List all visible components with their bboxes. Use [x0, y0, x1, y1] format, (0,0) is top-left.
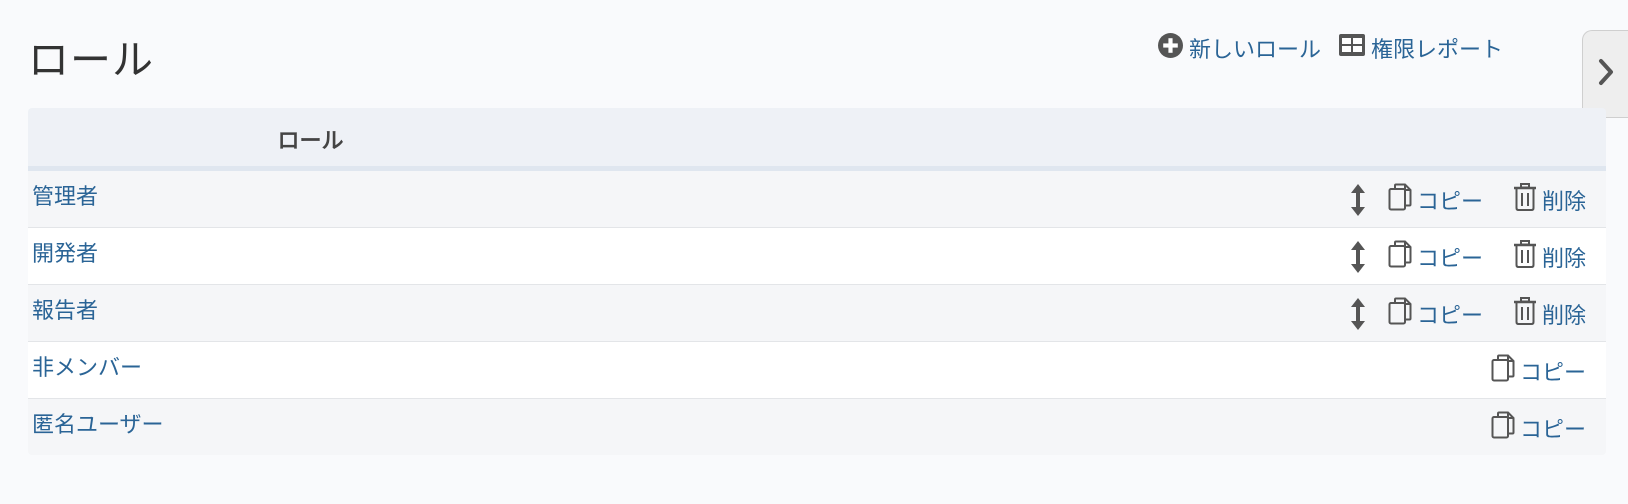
copy-icon [1388, 183, 1412, 217]
page-actions: 新しいロール 権限レポート [1157, 32, 1503, 64]
vertical-arrows-icon[interactable] [1350, 184, 1366, 216]
copy-label: コピー [1519, 418, 1586, 443]
new-role-label: 新しいロール [1188, 38, 1321, 63]
copy-button[interactable]: コピー [1491, 411, 1586, 445]
row-actions: コピー [1491, 354, 1586, 388]
row-actions: コピー 削除 [1350, 240, 1586, 274]
role-name-link[interactable]: 匿名ユーザー [32, 407, 164, 439]
table-row: 非メンバー コピー [28, 342, 1606, 399]
column-header-role: ロール [277, 129, 344, 154]
copy-icon [1491, 411, 1515, 445]
chevron-right-icon [1597, 57, 1615, 91]
copy-label: コピー [1416, 304, 1483, 329]
copy-button[interactable]: コピー [1388, 297, 1483, 331]
permissions-report-label: 権限レポート [1370, 38, 1503, 63]
delete-button[interactable]: 削除 [1513, 297, 1586, 331]
plus-circle-icon [1157, 32, 1183, 64]
row-actions: コピー 削除 [1350, 297, 1586, 331]
copy-icon [1388, 240, 1412, 274]
row-actions: コピー [1491, 411, 1586, 445]
copy-button[interactable]: コピー [1388, 240, 1483, 274]
vertical-arrows-icon[interactable] [1350, 241, 1366, 273]
roles-table: ロール 管理者 コピー 削除 開発者 コピー 削除 報告者 コピー 削除 非メン… [28, 108, 1606, 455]
copy-icon [1491, 354, 1515, 388]
new-role-link[interactable]: 新しいロール [1157, 32, 1321, 64]
trash-icon [1513, 240, 1537, 274]
sidebar-toggle-button[interactable] [1582, 30, 1628, 118]
role-name-link[interactable]: 報告者 [32, 293, 98, 325]
table-row: 匿名ユーザー コピー [28, 399, 1606, 455]
copy-label: コピー [1416, 190, 1483, 215]
copy-label: コピー [1416, 247, 1483, 272]
vertical-arrows-icon[interactable] [1350, 298, 1366, 330]
copy-label: コピー [1519, 361, 1586, 386]
role-name-link[interactable]: 非メンバー [32, 350, 142, 382]
delete-label: 削除 [1541, 304, 1586, 329]
delete-button[interactable]: 削除 [1513, 183, 1586, 217]
permissions-report-link[interactable]: 権限レポート [1338, 32, 1503, 64]
table-header: ロール [28, 108, 1606, 171]
role-name-link[interactable]: 管理者 [32, 179, 98, 211]
trash-icon [1513, 297, 1537, 331]
table-row: 報告者 コピー 削除 [28, 285, 1606, 342]
table-row: 管理者 コピー 削除 [28, 171, 1606, 228]
delete-label: 削除 [1541, 247, 1586, 272]
table-grid-icon [1338, 34, 1365, 62]
copy-icon [1388, 297, 1412, 331]
table-row: 開発者 コピー 削除 [28, 228, 1606, 285]
table-body: 管理者 コピー 削除 開発者 コピー 削除 報告者 コピー 削除 非メンバー コ… [28, 171, 1606, 455]
row-actions: コピー 削除 [1350, 183, 1586, 217]
trash-icon [1513, 183, 1537, 217]
copy-button[interactable]: コピー [1388, 183, 1483, 217]
page-title: ロール [28, 36, 154, 84]
delete-label: 削除 [1541, 190, 1586, 215]
role-name-link[interactable]: 開発者 [32, 236, 98, 268]
delete-button[interactable]: 削除 [1513, 240, 1586, 274]
copy-button[interactable]: コピー [1491, 354, 1586, 388]
roles-page: ロール 新しいロール 権限レポート ロール 管理者 コピー 削除 開発者 コピー… [0, 0, 1628, 504]
